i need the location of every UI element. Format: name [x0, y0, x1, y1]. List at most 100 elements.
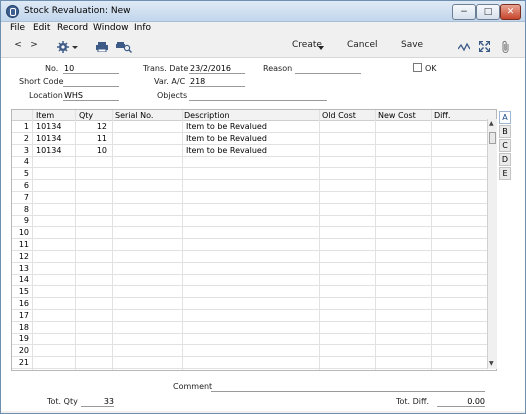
app-icon — [6, 5, 19, 18]
printer-icon[interactable] — [96, 42, 108, 52]
short-code-label: Short Code — [19, 77, 64, 86]
row-number: 21 — [18, 358, 29, 367]
tab-d[interactable]: D — [499, 153, 511, 166]
menu-record[interactable]: Record — [57, 23, 88, 33]
col-item: Item — [36, 111, 55, 120]
grid-header: Item Qty Serial No. Description Old Cost… — [12, 110, 496, 121]
row-number: 20 — [18, 346, 29, 356]
tab-b[interactable]: B — [499, 125, 511, 138]
row-number: 16 — [18, 299, 29, 308]
table-row[interactable]: 2 10134 11 Item to be Revalued — [12, 133, 490, 145]
table-row[interactable]: 11 — [12, 239, 490, 251]
cell-qty[interactable]: 12 — [76, 122, 107, 131]
menu-info[interactable]: Info — [134, 23, 151, 33]
row-number: 4 — [23, 157, 29, 167]
cell-desc[interactable]: Item to be Revalued — [186, 146, 267, 155]
cancel-button[interactable]: Cancel — [347, 40, 378, 54]
tot-diff-value: 0.00 — [437, 397, 485, 407]
table-row[interactable]: 16 — [12, 298, 490, 310]
menu-edit[interactable]: Edit — [33, 23, 50, 33]
gear-icon[interactable] — [57, 41, 79, 53]
menu-window[interactable]: Window — [93, 23, 129, 33]
row-number: 5 — [23, 169, 29, 179]
var-ac-field[interactable]: 218 — [189, 77, 245, 87]
table-row[interactable]: 10 — [12, 227, 490, 240]
reason-field[interactable] — [295, 64, 361, 74]
cell-desc[interactable]: Item to be Revalued — [186, 122, 267, 131]
table-row[interactable]: 15 — [12, 286, 490, 299]
row-number: 3 — [23, 145, 29, 155]
scroll-thumb[interactable] — [489, 132, 496, 144]
table-row[interactable]: 17 — [12, 310, 490, 322]
cell-qty[interactable]: 10 — [76, 146, 107, 155]
col-description: Description — [184, 111, 230, 120]
table-row[interactable]: 14 — [12, 274, 490, 287]
var-ac-label: Var. A/C — [154, 77, 186, 86]
table-row[interactable]: 21 — [12, 357, 490, 369]
tab-c[interactable]: C — [499, 139, 511, 152]
tab-a[interactable]: A — [499, 111, 511, 124]
table-row[interactable]: 12 — [12, 251, 490, 263]
window-title: Stock Revaluation: New — [24, 6, 131, 16]
prev-record-button[interactable]: < — [13, 40, 23, 54]
col-new-cost: New Cost — [378, 111, 416, 120]
row-number: 19 — [18, 334, 29, 344]
location-field[interactable]: WHS — [63, 91, 119, 101]
close-button[interactable]: ✕ — [500, 4, 521, 20]
table-row[interactable]: 4 — [12, 156, 490, 169]
table-row[interactable]: 18 — [12, 322, 490, 334]
items-grid: Item Qty Serial No. Description Old Cost… — [11, 109, 497, 371]
scroll-up-icon[interactable]: ▲ — [489, 120, 494, 127]
table-row[interactable]: 7 — [12, 192, 490, 204]
ok-label: OK — [425, 64, 437, 73]
reason-label: Reason — [263, 64, 293, 73]
table-row[interactable]: 1 10134 12 Item to be Revalued — [12, 121, 490, 133]
row-number: 15 — [18, 287, 29, 297]
comment-field[interactable] — [211, 382, 485, 392]
cell-item[interactable]: 10134 — [36, 122, 61, 131]
cell-desc[interactable]: Item to be Revalued — [186, 134, 267, 143]
menu-file[interactable]: File — [10, 23, 25, 33]
create-button[interactable]: Create — [292, 40, 322, 54]
trans-date-field[interactable]: 23/2/2016 — [189, 64, 245, 74]
col-old-cost: Old Cost — [322, 111, 356, 120]
toolbar: < > Create Cancel Save — [1, 36, 525, 58]
row-number: 6 — [23, 181, 29, 190]
row-number: 13 — [18, 263, 29, 273]
table-row[interactable]: 13 — [12, 263, 490, 275]
col-diff: Diff. — [434, 111, 451, 120]
minimize-button[interactable]: − — [452, 4, 476, 20]
col-qty: Qty — [79, 111, 94, 120]
save-button[interactable]: Save — [401, 40, 423, 54]
cell-item[interactable]: 10134 — [36, 134, 61, 143]
tot-qty-label: Tot. Qty — [47, 397, 78, 406]
print-preview-icon[interactable] — [116, 41, 132, 53]
cell-item[interactable]: 10134 — [36, 146, 61, 155]
activity-icon[interactable] — [458, 42, 470, 52]
row-number: 2 — [23, 133, 29, 143]
menu-bar: File Edit Record Window Info — [1, 22, 525, 36]
location-label: Location — [29, 91, 63, 100]
tab-e[interactable]: E — [499, 167, 511, 180]
ok-checkbox[interactable] — [413, 63, 422, 72]
cell-qty[interactable]: 11 — [76, 134, 107, 143]
short-code-field[interactable] — [63, 77, 119, 87]
next-record-button[interactable]: > — [29, 40, 39, 54]
table-row[interactable]: 20 — [12, 345, 490, 358]
table-row[interactable]: 5 — [12, 168, 490, 181]
paperclip-icon[interactable] — [501, 40, 511, 53]
col-serial: Serial No. — [115, 111, 154, 120]
table-row[interactable]: 19 — [12, 333, 490, 346]
no-field[interactable]: 10 — [63, 64, 119, 74]
tot-diff-label: Tot. Diff. — [396, 397, 430, 406]
objects-field[interactable] — [189, 91, 327, 101]
table-row[interactable]: 9 — [12, 215, 490, 228]
expand-icon[interactable] — [479, 41, 490, 52]
table-row[interactable]: 3 10134 10 Item to be Revalued — [12, 145, 490, 157]
grid-scrollbar[interactable]: ▲ ▼ — [487, 119, 497, 369]
table-row[interactable]: 6 — [12, 180, 490, 192]
row-number: 9 — [23, 216, 29, 226]
maximize-button[interactable]: □ — [476, 4, 500, 20]
scroll-down-icon[interactable]: ▼ — [489, 360, 494, 367]
table-row[interactable]: 8 — [12, 204, 490, 216]
